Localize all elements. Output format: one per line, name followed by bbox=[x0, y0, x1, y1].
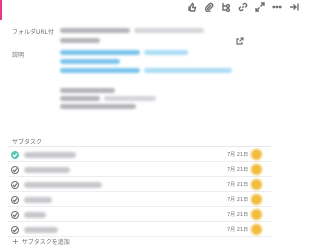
subtask-check-icon[interactable] bbox=[11, 196, 19, 204]
subtask-row[interactable]: 7月 21日 bbox=[8, 178, 271, 192]
subtask-name[interactable] bbox=[24, 212, 46, 218]
task-color-accent bbox=[0, 0, 2, 20]
subtask-row[interactable]: 7月 21日 bbox=[8, 148, 271, 162]
add-subtask-label: サブタスクを追加 bbox=[21, 239, 70, 246]
description-link[interactable] bbox=[60, 50, 140, 55]
description-text bbox=[104, 96, 156, 101]
add-subtask-button[interactable]: + サブタスクを追加 bbox=[12, 237, 70, 246]
description-text bbox=[60, 96, 100, 101]
subtask-due-date[interactable]: 7月 21日 bbox=[227, 196, 248, 203]
divider bbox=[8, 146, 271, 147]
subtask-check-icon[interactable] bbox=[11, 226, 19, 234]
assignee-avatar[interactable] bbox=[251, 209, 262, 220]
task-toolbar bbox=[186, 1, 305, 13]
subtask-check-icon[interactable] bbox=[11, 181, 19, 189]
link-icon[interactable] bbox=[237, 1, 249, 13]
expand-icon[interactable] bbox=[254, 1, 266, 13]
folder-url-value[interactable] bbox=[134, 28, 204, 33]
description-text bbox=[60, 88, 115, 93]
assignee-avatar[interactable] bbox=[251, 179, 262, 190]
subtasks-icon[interactable] bbox=[220, 1, 232, 13]
description-link[interactable] bbox=[60, 59, 120, 64]
assignee-avatar[interactable] bbox=[251, 224, 262, 235]
close-panel-icon[interactable] bbox=[288, 1, 300, 13]
description-link[interactable] bbox=[144, 68, 232, 73]
assignee-avatar[interactable] bbox=[251, 194, 262, 205]
subtask-row[interactable]: 7月 21日 bbox=[8, 208, 271, 222]
subtask-due-date[interactable]: 7月 21日 bbox=[227, 211, 248, 218]
plus-icon: + bbox=[12, 236, 19, 246]
subtask-due-date[interactable]: 7月 21日 bbox=[227, 226, 248, 233]
attachment-icon[interactable] bbox=[203, 1, 215, 13]
subtask-name[interactable] bbox=[24, 167, 70, 173]
subtask-due-date[interactable]: 7月 21日 bbox=[227, 151, 248, 158]
description-link[interactable] bbox=[60, 68, 140, 73]
thumbs-up-icon[interactable] bbox=[186, 1, 198, 13]
subtask-name[interactable] bbox=[24, 197, 52, 203]
subtask-name[interactable] bbox=[24, 227, 58, 233]
description-label: 説明 bbox=[12, 52, 25, 59]
more-icon[interactable] bbox=[271, 1, 283, 13]
subtask-row[interactable]: 7月 21日 bbox=[8, 193, 271, 207]
folder-url-value[interactable] bbox=[60, 28, 130, 33]
subtask-row[interactable]: 7月 21日 bbox=[8, 163, 271, 177]
description-link[interactable] bbox=[144, 50, 188, 55]
assignee-avatar[interactable] bbox=[251, 149, 262, 160]
subtask-due-date[interactable]: 7月 21日 bbox=[227, 181, 248, 188]
subtask-due-date[interactable]: 7月 21日 bbox=[227, 166, 248, 173]
subtask-row[interactable]: 7月 21日 bbox=[8, 223, 271, 237]
subtask-check-icon[interactable] bbox=[11, 166, 19, 174]
folder-url-value[interactable] bbox=[60, 38, 100, 43]
subtask-check-icon[interactable] bbox=[11, 211, 19, 219]
external-link-icon[interactable] bbox=[236, 30, 244, 45]
assignee-avatar[interactable] bbox=[251, 164, 262, 175]
subtasks-title: サブタスク bbox=[12, 139, 43, 146]
folder-url-label: フォルダURL付 bbox=[12, 29, 54, 36]
description-text bbox=[60, 104, 136, 109]
subtask-name[interactable] bbox=[24, 182, 102, 188]
subtask-complete-check-icon[interactable] bbox=[11, 151, 19, 159]
subtask-name[interactable] bbox=[24, 152, 76, 158]
